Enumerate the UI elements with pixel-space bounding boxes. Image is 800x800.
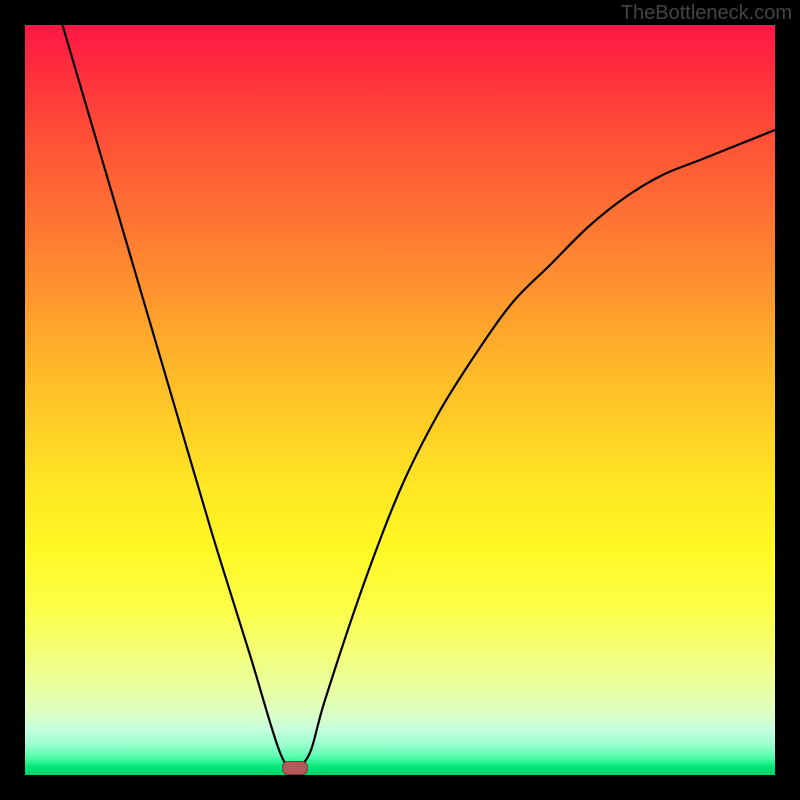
- optimal-point-marker: [282, 761, 308, 775]
- chart-area: [25, 25, 775, 775]
- bottleneck-curve: [25, 25, 775, 775]
- attribution-text: TheBottleneck.com: [621, 2, 792, 25]
